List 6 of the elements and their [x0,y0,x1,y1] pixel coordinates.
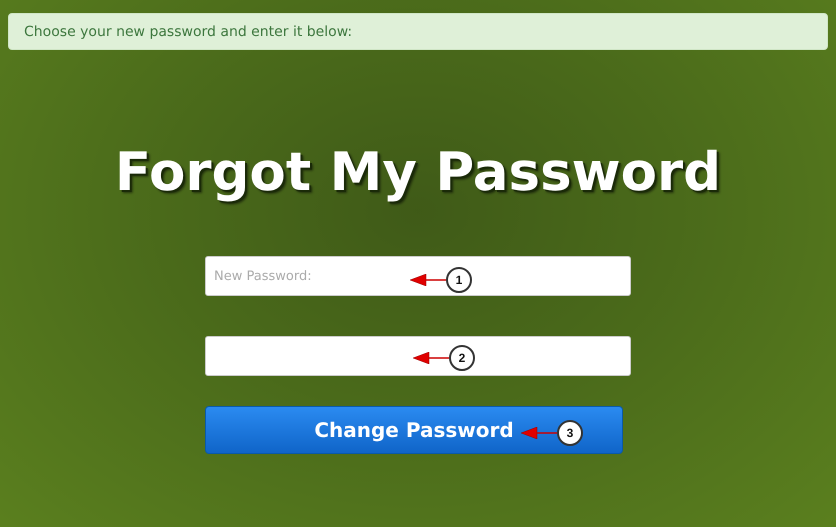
callout-arrow [413,352,449,364]
alert-message: Choose your new password and enter it below: [8,13,828,50]
password-field[interactable] [205,336,631,376]
page-title: Forgot My Password [114,141,722,205]
callout-arrow [410,274,446,286]
callout-arrow [521,427,557,439]
